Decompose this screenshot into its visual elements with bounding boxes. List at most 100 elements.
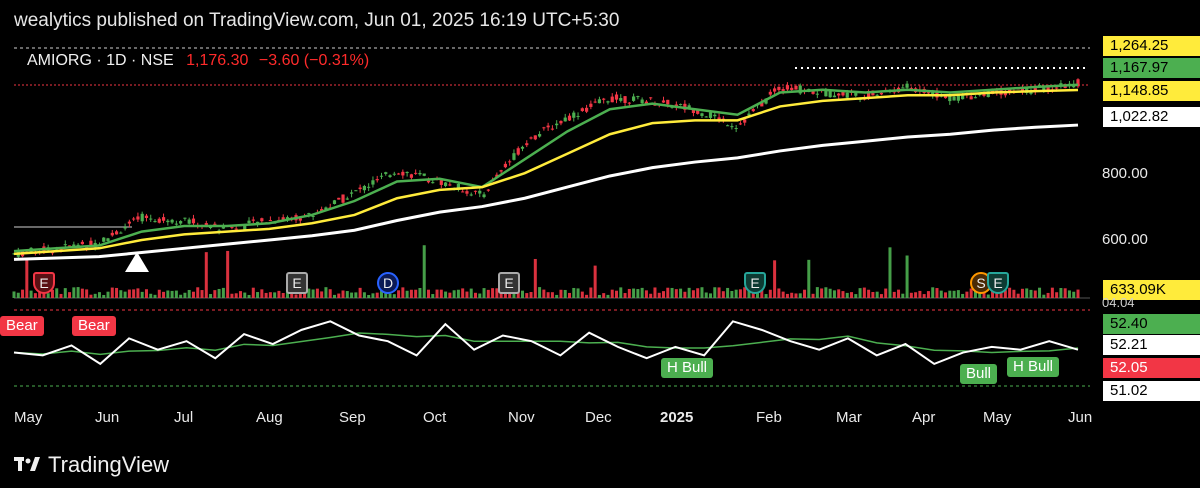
- candle-body: [572, 112, 576, 118]
- volume-bar: [961, 293, 965, 298]
- volume-bar: [841, 291, 845, 298]
- candle-body: [469, 194, 473, 196]
- candle-body: [768, 91, 772, 95]
- candle-body: [785, 85, 790, 90]
- volume-bar: [273, 292, 277, 298]
- candle-body: [260, 218, 264, 222]
- symbol-legend[interactable]: AMIORG · 1D · NSE 1,176.30 −3.60 (−0.31%…: [27, 52, 369, 70]
- volume-bar: [884, 288, 888, 298]
- volume-bar: [785, 293, 789, 298]
- volume-bar: [935, 288, 939, 298]
- volume-bar: [568, 292, 572, 298]
- tradingview-brand[interactable]: TradingView: [14, 452, 169, 478]
- volume-bar: [948, 290, 952, 298]
- candle-body: [401, 171, 405, 176]
- volume-bar: [238, 291, 242, 298]
- candle-body: [358, 187, 362, 190]
- volume-bar: [426, 289, 430, 298]
- price-label-ema-slow: 1,022.82: [1103, 107, 1200, 127]
- candle-body: [448, 184, 452, 186]
- candle-body: [743, 119, 747, 123]
- volume-bar: [602, 293, 606, 298]
- candle-body: [503, 163, 508, 168]
- candle-body: [623, 96, 627, 103]
- volume-bar: [102, 294, 106, 298]
- candle-body: [781, 89, 785, 91]
- candle-body: [405, 171, 409, 174]
- bull-label: Bull: [960, 364, 998, 384]
- volume-bar: [576, 288, 580, 298]
- candle-body: [157, 218, 161, 223]
- volume-bar: [918, 290, 922, 298]
- volume-bar: [405, 290, 409, 298]
- volume-bar: [234, 293, 238, 298]
- volume-bar: [332, 294, 336, 298]
- candle-body: [341, 194, 345, 203]
- volume-bar: [709, 293, 713, 298]
- x-tick-label: Jul: [174, 409, 194, 426]
- candle-body: [790, 87, 794, 90]
- candle-body: [636, 96, 640, 98]
- candle-body: [537, 134, 542, 137]
- volume-bar: [247, 294, 251, 298]
- volume-bar: [803, 289, 807, 298]
- candle-body: [824, 90, 828, 97]
- candle-body: [170, 219, 174, 223]
- hidden-axis-label: 04.04: [1102, 295, 1135, 310]
- volume-bar: [559, 289, 563, 298]
- rsi-label-3: 52.05: [1103, 358, 1200, 378]
- volume-bar: [281, 292, 285, 298]
- event-marker-e[interactable]: E: [286, 272, 308, 294]
- candle-body: [832, 95, 837, 98]
- volume-bar: [106, 291, 110, 298]
- volume-bar: [345, 291, 349, 298]
- event-marker-e[interactable]: E: [744, 272, 766, 294]
- volume-bar: [85, 289, 89, 298]
- event-marker-e[interactable]: E: [33, 272, 55, 294]
- volume-bar: [221, 287, 225, 298]
- candle-body: [191, 218, 196, 224]
- volume-bar: [691, 290, 695, 298]
- volume-bar: [674, 289, 678, 298]
- volume-bar: [217, 288, 221, 298]
- rsi-label-2: 52.21: [1103, 335, 1200, 355]
- volume-bar: [226, 250, 230, 298]
- volume-bar: [89, 294, 93, 298]
- candle-body: [409, 174, 413, 178]
- price-quote: 1,176.30: [186, 52, 249, 69]
- event-marker-d[interactable]: D: [377, 272, 399, 294]
- candle-body: [187, 219, 191, 224]
- candle-body: [610, 96, 614, 103]
- volume-bar: [294, 294, 298, 298]
- x-tick-label: 2025: [660, 409, 694, 426]
- candle-body: [905, 83, 909, 88]
- candle-body: [183, 217, 187, 219]
- candle-body: [149, 218, 153, 220]
- volume-bar: [1063, 288, 1067, 298]
- volume-bar: [264, 292, 268, 298]
- candle-body: [704, 116, 708, 118]
- volume-bar: [572, 287, 576, 298]
- volume-bar: [704, 292, 708, 298]
- volume-bar: [781, 291, 785, 298]
- candle-body: [726, 125, 730, 127]
- volume-bar: [170, 290, 174, 298]
- volume-bar: [478, 293, 482, 298]
- volume-bar: [277, 290, 281, 298]
- volume-bar: [832, 290, 836, 298]
- x-tick-label: Nov: [508, 409, 535, 426]
- event-marker-e[interactable]: E: [498, 272, 520, 294]
- volume-bar: [931, 287, 935, 298]
- candles: [12, 78, 1080, 259]
- volume-bar: [418, 288, 422, 298]
- candle-body: [661, 100, 666, 103]
- candle-body: [388, 175, 392, 178]
- price-label-ema-fast: 1,167.97: [1103, 58, 1200, 78]
- candle-body: [593, 101, 597, 103]
- event-marker-e[interactable]: E: [987, 272, 1009, 294]
- candle-body: [396, 173, 401, 175]
- candle-body: [640, 99, 644, 104]
- volume-bar: [469, 288, 473, 298]
- candle-body: [576, 115, 580, 117]
- candle-body: [533, 135, 537, 140]
